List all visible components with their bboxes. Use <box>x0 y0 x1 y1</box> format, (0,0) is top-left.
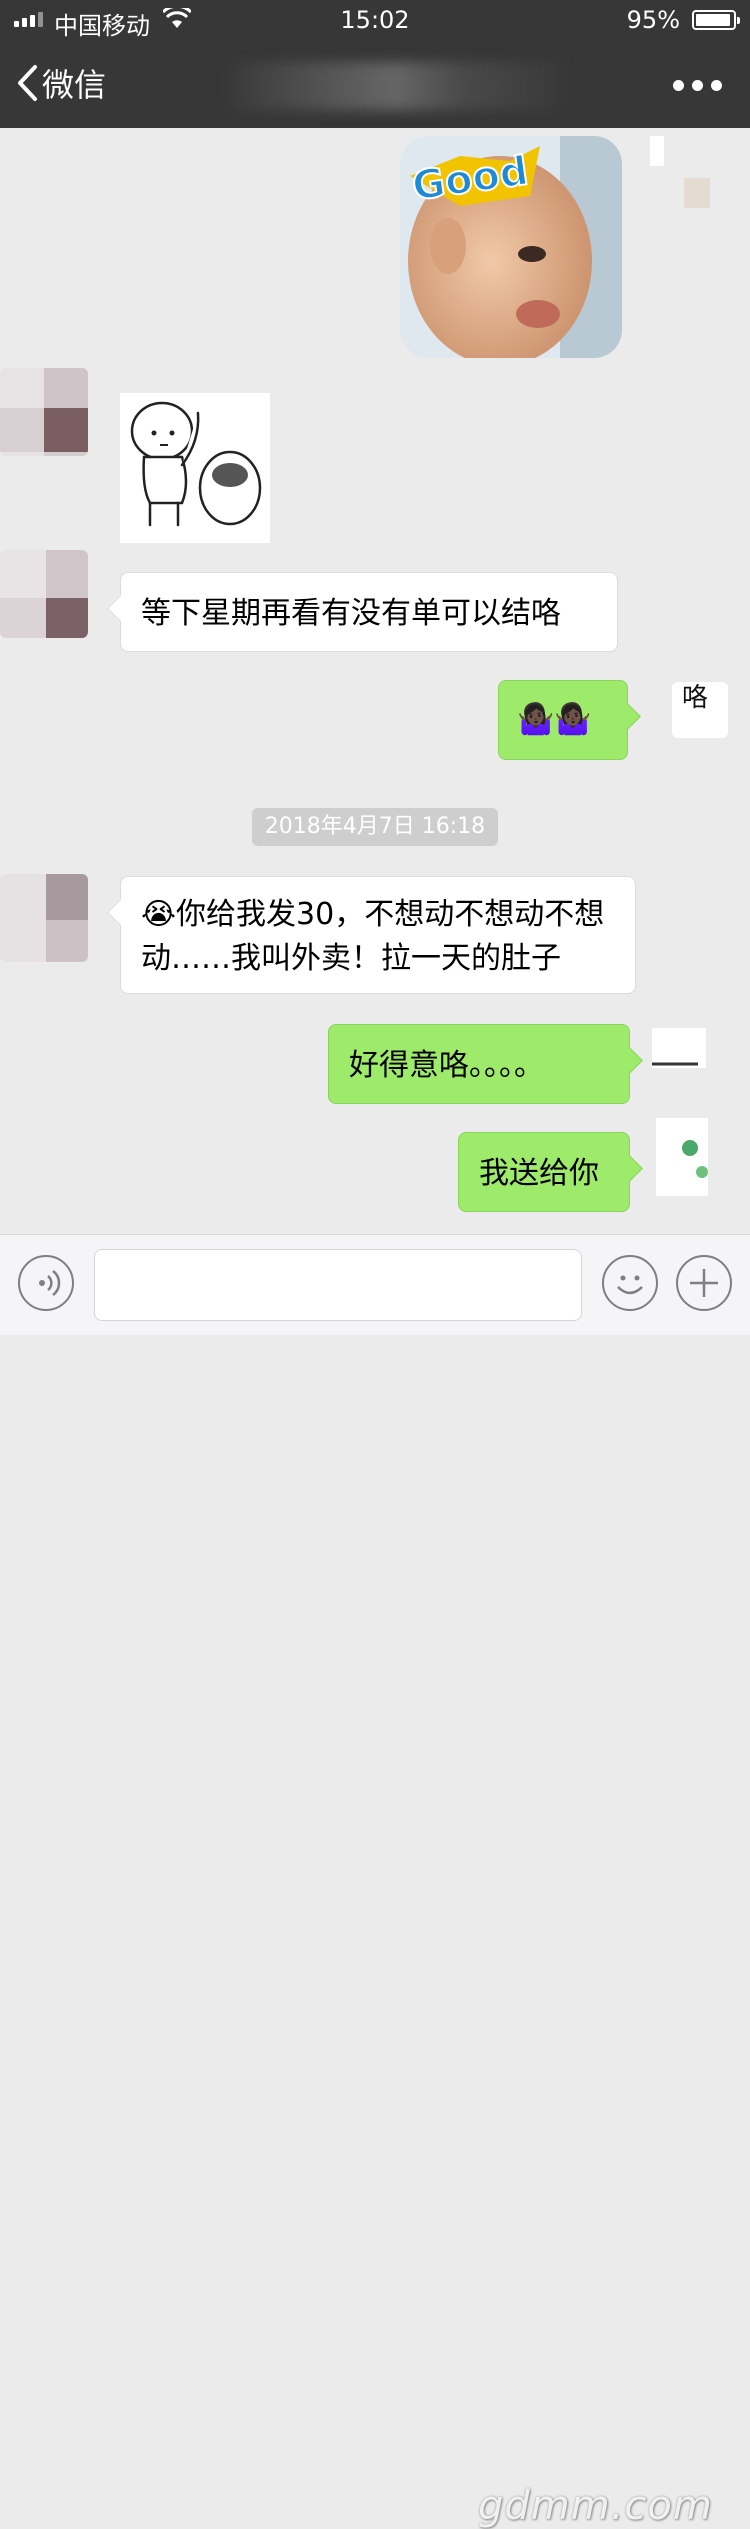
voice-button[interactable] <box>18 1255 74 1311</box>
svg-text:咯: 咯 <box>682 683 708 713</box>
nav-bar: 微信 <box>0 40 750 128</box>
chat-area[interactable]: Good <box>0 128 750 1234</box>
contact-avatar[interactable] <box>0 550 88 638</box>
voice-icon <box>39 1270 61 1296</box>
good-sticker[interactable]: Good <box>400 136 622 358</box>
chat-title-blurred <box>230 62 560 110</box>
my-avatar[interactable] <box>644 128 732 216</box>
my-avatar[interactable]: 咯 <box>662 674 734 762</box>
message-bubble-incoming[interactable]: 等下星期再看有没有单可以结咯 <box>120 572 618 652</box>
plus-icon <box>690 1269 718 1297</box>
doodle-sticker[interactable] <box>120 393 270 543</box>
message-input[interactable] <box>94 1249 582 1321</box>
chevron-left-icon <box>18 65 37 101</box>
contact-avatar[interactable] <box>0 874 88 962</box>
message-bubble-outgoing[interactable]: 好得意咯。。。。 <box>328 1024 630 1104</box>
back-button[interactable]: 微信 <box>16 60 106 106</box>
message-bubble-incoming[interactable]: 😭你给我发30，不想动不想动不想动……我叫外卖！拉一天的肚子 <box>120 876 636 994</box>
back-label: 微信 <box>42 66 107 104</box>
timestamp-label: 2018年4月7日 16:18 <box>252 808 498 846</box>
my-avatar[interactable] <box>646 1018 734 1106</box>
message-bubble-outgoing[interactable]: 我送给你 <box>458 1132 630 1212</box>
battery-percent: 95% <box>626 6 680 34</box>
battery-icon <box>692 10 740 30</box>
emoji-icon <box>617 1275 643 1295</box>
site-watermark: gdmm.com <box>478 2483 713 2529</box>
message-bubble-outgoing[interactable]: 🤷🏿‍♀️🤷🏿‍♀️ <box>498 680 628 760</box>
contact-avatar[interactable] <box>0 368 88 456</box>
status-bar: 中国移动 15:02 95% <box>0 0 750 40</box>
my-avatar[interactable] <box>646 1108 734 1196</box>
emoji-button[interactable] <box>602 1255 658 1311</box>
plus-button[interactable] <box>676 1255 732 1311</box>
more-icon[interactable] <box>673 80 722 91</box>
input-bar: gdmm.com <box>0 1234 750 2529</box>
